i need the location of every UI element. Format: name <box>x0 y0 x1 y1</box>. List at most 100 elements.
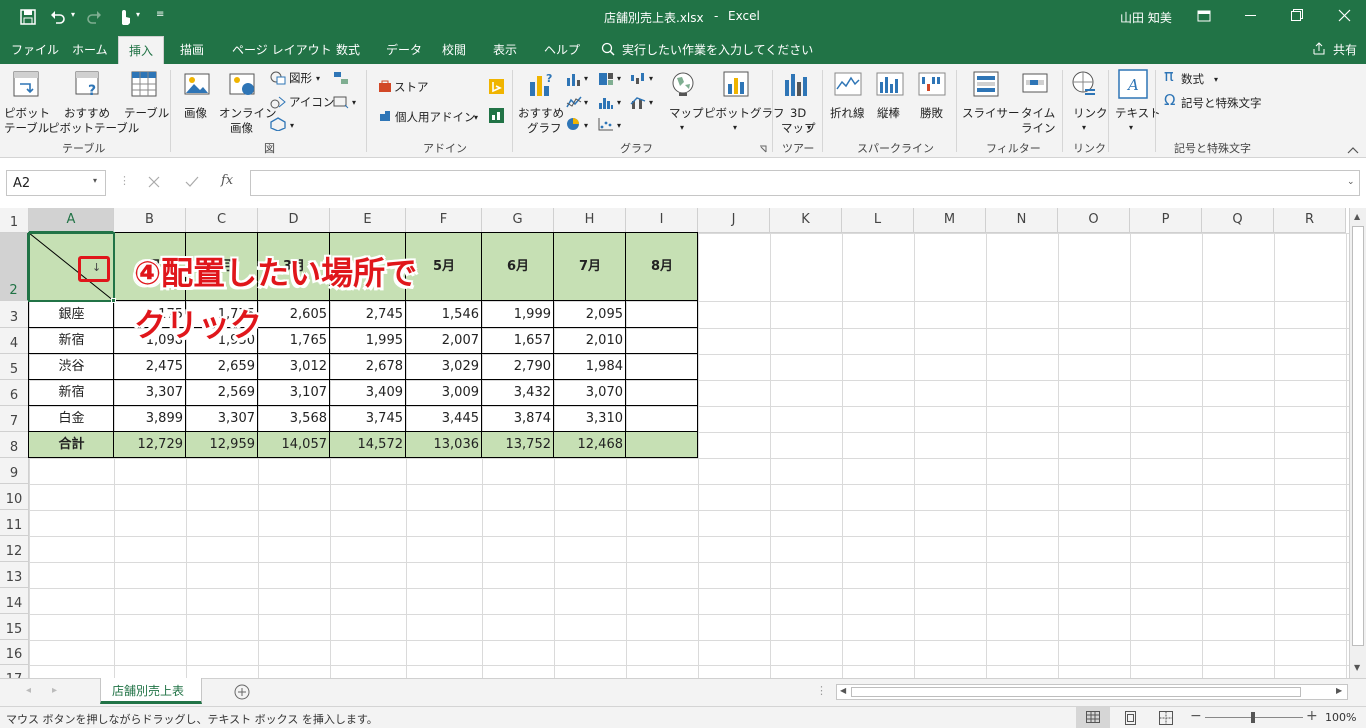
scroll-down-icon[interactable]: ▼ <box>1354 663 1360 672</box>
ribbon-display-options-icon[interactable] <box>1197 10 1211 22</box>
sales-value-cell[interactable]: 1,984 <box>554 360 623 373</box>
worksheet-grid[interactable]: A B C D E F G H I J K L M N O P Q R 1 2 3 4 5 6 7 8 9 10 11 12 13 14 15 1… <box>0 208 1366 678</box>
tab-draw[interactable]: 描画 <box>180 41 204 58</box>
undo-icon[interactable] <box>50 9 66 25</box>
sales-value-cell[interactable]: 2,569 <box>186 386 255 399</box>
sales-value-cell[interactable]: 2,659 <box>186 360 255 373</box>
scroll-up-icon[interactable]: ▲ <box>1354 212 1360 221</box>
sales-value-cell[interactable]: 3,009 <box>406 386 479 399</box>
zoom-level[interactable]: 100% <box>1325 711 1356 724</box>
tab-data[interactable]: データ <box>386 41 422 58</box>
sales-value-cell[interactable]: 2,790 <box>482 360 551 373</box>
close-icon[interactable] <box>1338 9 1351 22</box>
month-header-5[interactable]: 5月 <box>406 260 482 273</box>
3d-model-dropdown-icon[interactable]: ▾ <box>290 119 294 133</box>
sales-value-cell[interactable]: 3,029 <box>406 360 479 373</box>
row-header-8[interactable]: 8 <box>0 432 29 458</box>
total-value-cell[interactable]: 13,036 <box>406 438 480 451</box>
touch-mode-icon[interactable] <box>116 8 132 26</box>
row-header-6[interactable]: 6 <box>0 380 29 406</box>
column-header-o[interactable]: O <box>1058 208 1130 233</box>
redo-icon[interactable] <box>86 9 102 25</box>
line-chart-dropdown-icon[interactable]: ▾ <box>584 96 588 110</box>
tab-file[interactable]: ファイル <box>11 41 59 58</box>
column-header-c[interactable]: C <box>186 208 258 233</box>
formula-input[interactable]: ⌄ <box>250 170 1360 196</box>
total-label-cell[interactable]: 合計 <box>29 438 114 451</box>
3d-map-dropdown-icon[interactable]: ▾ <box>807 121 811 135</box>
personal-addin-dropdown-icon[interactable]: ▾ <box>474 111 478 125</box>
total-value-cell[interactable]: 13,752 <box>482 438 552 451</box>
statistic-dropdown-icon[interactable]: ▾ <box>617 96 621 110</box>
tell-me-input[interactable]: 実行したい作業を入力してください <box>622 41 813 58</box>
pie-chart-icon[interactable] <box>566 117 582 131</box>
pivot-chart-dropdown-icon[interactable]: ▾ <box>733 121 737 135</box>
sales-value-cell[interactable]: 2,475 <box>114 360 183 373</box>
share-icon[interactable] <box>1312 42 1326 56</box>
column-header-n[interactable]: N <box>986 208 1058 233</box>
row-header-1[interactable]: 1 <box>0 208 29 233</box>
waterfall-dropdown-icon[interactable]: ▾ <box>649 72 653 86</box>
store-name-cell[interactable]: 新宿 <box>29 386 114 399</box>
row-header-13[interactable]: 13 <box>0 562 29 588</box>
sales-value-cell[interactable]: 2,678 <box>330 360 403 373</box>
name-box[interactable]: A2 ▾ <box>6 170 106 196</box>
row-header-17[interactable]: 17 <box>0 665 29 678</box>
fill-handle[interactable] <box>111 298 116 303</box>
month-header-6[interactable]: 6月 <box>482 260 554 273</box>
confirm-entry-icon[interactable] <box>185 176 199 188</box>
prev-sheet-icon[interactable]: ◂ <box>26 685 31 696</box>
sales-value-cell[interactable]: 3,107 <box>258 386 327 399</box>
tab-split-grip-icon[interactable]: ⋮ <box>816 684 827 697</box>
row-header-5[interactable]: 5 <box>0 354 29 380</box>
share-button[interactable]: 共有 <box>1333 41 1357 58</box>
sales-value-cell[interactable]: 3,874 <box>482 412 551 425</box>
row-header-15[interactable]: 15 <box>0 614 29 640</box>
cancel-entry-icon[interactable] <box>148 176 160 188</box>
column-header-d[interactable]: D <box>258 208 330 233</box>
user-name[interactable]: 山田 知美 <box>1120 9 1172 26</box>
statistic-chart-icon[interactable] <box>598 95 614 109</box>
column-header-h[interactable]: H <box>554 208 626 233</box>
tab-page-layout[interactable]: ページ レイアウト <box>232 41 332 58</box>
row-header-2[interactable]: 2 <box>0 233 29 301</box>
waterfall-chart-icon[interactable] <box>630 72 646 86</box>
minimize-icon[interactable] <box>1245 15 1257 17</box>
sales-value-cell[interactable]: 2,745 <box>330 308 403 321</box>
expand-formula-icon[interactable]: ⌄ <box>1347 177 1355 187</box>
chart-dialog-launcher-icon[interactable] <box>759 145 767 153</box>
smartart-icon[interactable] <box>333 71 349 87</box>
line-chart-icon[interactable] <box>566 95 582 109</box>
sales-value-cell[interactable]: 3,445 <box>406 412 479 425</box>
customize-qat-icon[interactable]: ≡ <box>156 9 164 20</box>
people-graph-icon[interactable] <box>489 108 504 123</box>
sales-value-cell[interactable]: 1,995 <box>330 334 403 347</box>
sales-value-cell[interactable]: 3,568 <box>258 412 327 425</box>
column-header-g[interactable]: G <box>482 208 554 233</box>
month-header-7[interactable]: 7月 <box>554 260 626 273</box>
column-header-m[interactable]: M <box>914 208 986 233</box>
column-header-i[interactable]: I <box>626 208 698 233</box>
column-chart-icon[interactable] <box>566 72 582 86</box>
total-value-cell[interactable]: 12,729 <box>114 438 184 451</box>
touch-dropdown-icon[interactable]: ▾ <box>136 10 140 19</box>
equation-dropdown-icon[interactable]: ▾ <box>1214 73 1218 87</box>
tab-review[interactable]: 校閲 <box>442 41 466 58</box>
scatter-chart-icon[interactable] <box>598 117 614 131</box>
sales-value-cell[interactable]: 2,010 <box>554 334 623 347</box>
vertical-scrollbar[interactable]: ▲ ▼ <box>1349 208 1366 678</box>
sales-value-cell[interactable]: 1,657 <box>482 334 551 347</box>
link-dropdown-icon[interactable]: ▾ <box>1082 121 1086 135</box>
collapse-ribbon-icon[interactable] <box>1347 146 1359 154</box>
sales-value-cell[interactable]: 2,605 <box>258 308 327 321</box>
zoom-slider-thumb[interactable] <box>1251 712 1255 723</box>
row-header-12[interactable]: 12 <box>0 536 29 562</box>
scroll-left-icon[interactable]: ◀ <box>840 686 846 695</box>
tab-help[interactable]: ヘルプ <box>544 41 580 58</box>
row-header-10[interactable]: 10 <box>0 484 29 510</box>
undo-dropdown-icon[interactable]: ▾ <box>71 10 75 19</box>
save-icon[interactable] <box>20 9 36 25</box>
shapes-dropdown-icon[interactable]: ▾ <box>316 72 320 86</box>
column-chart-dropdown-icon[interactable]: ▾ <box>584 72 588 86</box>
row-header-7[interactable]: 7 <box>0 406 29 432</box>
